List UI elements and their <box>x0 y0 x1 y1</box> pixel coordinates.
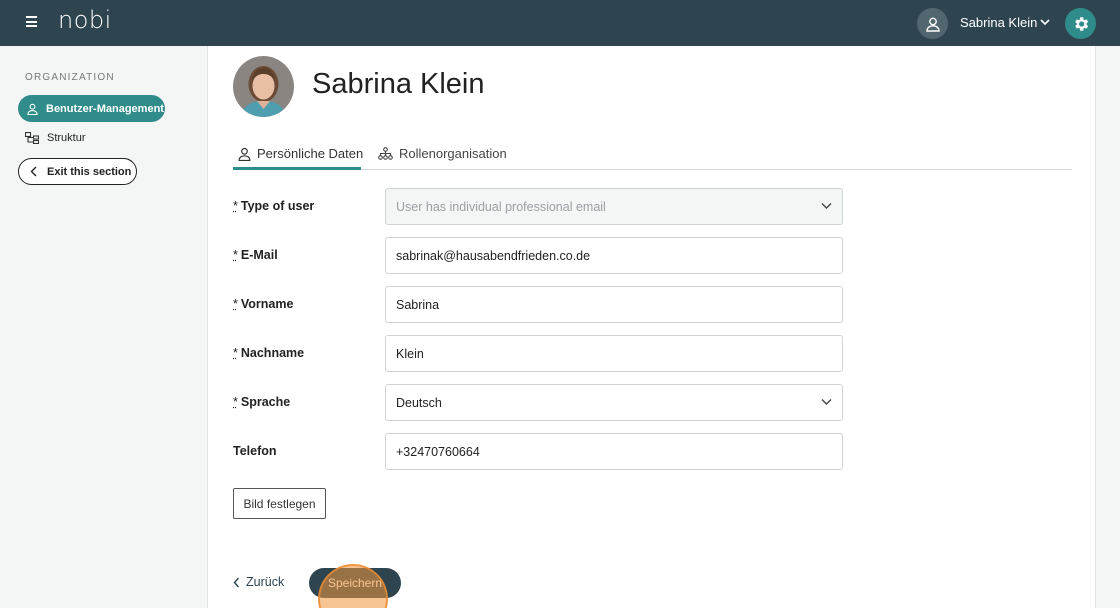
field-label: Telefon <box>233 444 277 458</box>
user-icon <box>27 103 38 115</box>
tab-label: Rollenorganisation <box>399 146 507 161</box>
email-value: sabrinak@hausabendfrieden.co.de <box>396 248 591 263</box>
phone-field[interactable]: +32470760664 <box>385 433 843 470</box>
user-name[interactable]: Sabrina Klein <box>960 15 1037 30</box>
active-tab-indicator <box>233 167 361 170</box>
logo[interactable]: nobi <box>58 6 112 34</box>
tab-label: Persönliche Daten <box>257 146 364 161</box>
tab-bar: Persönliche Daten Rollenorganisation <box>233 137 1072 170</box>
field-label: * Vorname <box>233 297 294 311</box>
email-field[interactable]: sabrinak@hausabendfrieden.co.de <box>385 237 843 274</box>
structure-icon <box>25 132 39 144</box>
type-of-user-value: User has individual professional email <box>396 199 606 214</box>
profile-photo <box>233 56 294 117</box>
hamburger-icon[interactable] <box>26 16 38 28</box>
user-avatar-button[interactable] <box>917 8 948 39</box>
tab-rollenorganisation[interactable]: Rollenorganisation <box>378 137 507 170</box>
field-label: * Nachname <box>233 346 305 360</box>
sidebar-section-label: ORGANIZATION <box>25 72 115 83</box>
gear-icon <box>1074 16 1088 31</box>
chevron-down-icon <box>821 203 832 209</box>
field-label: * Sprache <box>233 395 291 409</box>
set-image-button[interactable]: Bild festlegen <box>233 488 326 519</box>
org-chart-icon <box>378 147 393 160</box>
user-icon <box>925 17 940 32</box>
sidebar-item-label: Benutzer-Management <box>46 102 164 115</box>
sidebar: ORGANIZATION Benutzer-Management Struktu… <box>0 46 207 608</box>
last-name-field[interactable]: Klein <box>385 335 843 372</box>
form-row-nachname: * Nachname Klein <box>233 335 843 372</box>
profile-name: Sabrina Klein <box>312 68 485 100</box>
back-label: Zurück <box>246 575 285 589</box>
field-label: * Type of user <box>233 199 315 213</box>
chevron-left-icon <box>233 577 240 587</box>
form-row-sprache: * Sprache Deutsch <box>233 384 843 421</box>
exit-section-label: Exit this section <box>47 165 132 178</box>
last-name-value: Klein <box>396 346 424 361</box>
chevron-left-icon <box>30 166 37 177</box>
first-name-value: Sabrina <box>396 297 440 312</box>
main-card: Sabrina Klein Persönliche Daten Rollenor… <box>207 46 1096 608</box>
form-row-telefon: Telefon +32470760664 <box>233 433 843 470</box>
sidebar-item-struktur[interactable]: Struktur <box>25 130 86 146</box>
tab-persoenliche-daten[interactable]: Persönliche Daten <box>238 137 363 170</box>
form-row-vorname: * Vorname Sabrina <box>233 286 843 323</box>
type-of-user-select: User has individual professional email <box>385 188 843 225</box>
form-row-type-of-user: * Type of user User has individual profes… <box>233 188 843 225</box>
sidebar-item-benutzer-management[interactable]: Benutzer-Management <box>18 95 165 122</box>
form-row-email: * E-Mail sabrinak@hausabendfrieden.co.de <box>233 237 843 274</box>
sidebar-item-label: Struktur <box>47 132 86 144</box>
top-bar: nobi Sabrina Klein <box>0 0 1120 46</box>
user-icon <box>238 147 251 161</box>
field-label: * E-Mail <box>233 248 278 262</box>
language-select[interactable]: Deutsch <box>385 384 843 421</box>
settings-button[interactable] <box>1065 8 1096 39</box>
first-name-field[interactable]: Sabrina <box>385 286 843 323</box>
chevron-down-icon[interactable] <box>1039 16 1051 28</box>
phone-value: +32470760664 <box>396 444 480 459</box>
exit-section-button[interactable]: Exit this section <box>18 158 137 185</box>
save-button[interactable]: Speichern <box>309 568 401 598</box>
back-link[interactable]: Zurück <box>233 575 284 589</box>
chevron-down-icon <box>821 399 832 405</box>
language-value: Deutsch <box>396 395 442 410</box>
